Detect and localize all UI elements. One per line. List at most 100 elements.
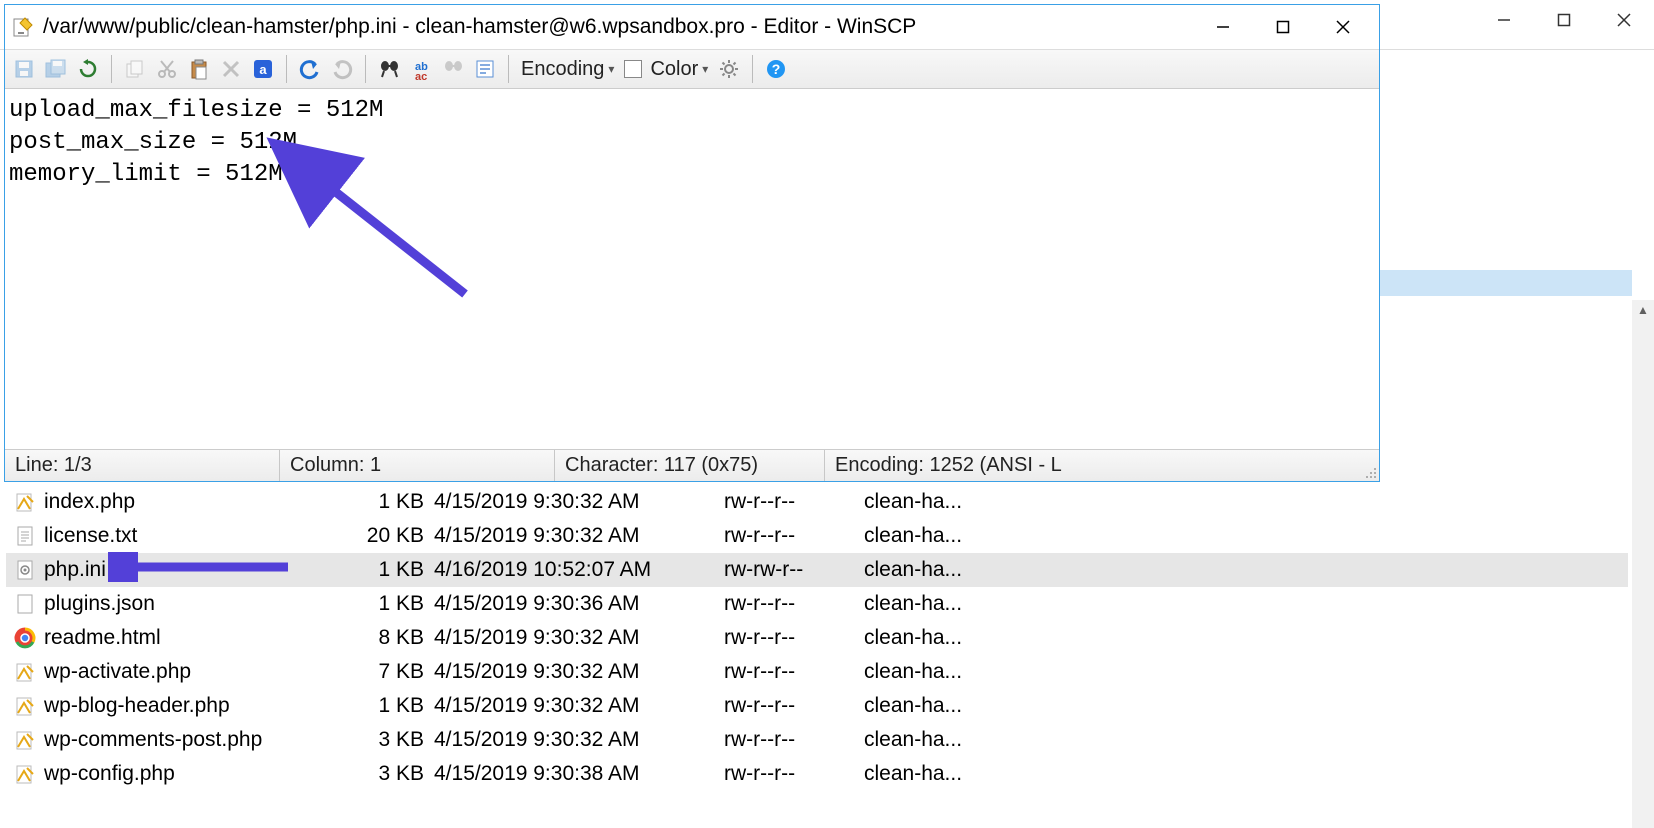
file-name: plugins.json: [44, 592, 344, 616]
editor-toolbar: a abac Encoding▾ Color ▾ ?: [5, 49, 1379, 89]
file-name: wp-activate.php: [44, 660, 344, 684]
editor-window: /var/www/public/clean-hamster/php.ini - …: [4, 4, 1380, 482]
file-rights: rw-r--r--: [724, 524, 864, 548]
svg-text:?: ?: [772, 61, 781, 77]
parent-maximize-button[interactable]: [1534, 0, 1594, 40]
save-button[interactable]: [9, 54, 39, 84]
editor-titlebar[interactable]: /var/www/public/clean-hamster/php.ini - …: [5, 5, 1379, 49]
file-size: 3 KB: [344, 762, 434, 786]
file-owner: clean-ha...: [864, 626, 1014, 650]
minimize-button[interactable]: [1193, 7, 1253, 47]
close-button[interactable]: [1313, 7, 1373, 47]
encoding-dropdown[interactable]: Encoding▾: [517, 58, 618, 81]
file-rights: rw-rw-r--: [724, 558, 864, 582]
file-row[interactable]: wp-comments-post.php3 KB4/15/2019 9:30:3…: [6, 723, 1628, 757]
help-button[interactable]: ?: [761, 54, 791, 84]
color-dropdown[interactable]: Color ▾: [620, 58, 712, 81]
svg-text:a: a: [259, 62, 267, 77]
file-rights: rw-r--r--: [724, 728, 864, 752]
file-type-icon: [12, 693, 38, 719]
editor-text-area[interactable]: upload_max_filesize = 512M post_max_size…: [5, 89, 1379, 449]
file-size: 1 KB: [344, 558, 434, 582]
file-rights: rw-r--r--: [724, 660, 864, 684]
file-size: 20 KB: [344, 524, 434, 548]
goto-line-button[interactable]: [470, 54, 500, 84]
color-label: Color: [650, 58, 698, 81]
file-type-icon: [12, 625, 38, 651]
file-row[interactable]: index.php1 KB4/15/2019 9:30:32 AMrw-r--r…: [6, 485, 1628, 519]
file-name: wp-comments-post.php: [44, 728, 344, 752]
status-encoding: Encoding: 1252 (ANSI - L: [825, 450, 1379, 481]
parent-scrollbar[interactable]: ▲: [1632, 300, 1654, 828]
editor-line: upload_max_filesize = 512M: [9, 95, 1375, 127]
file-name: license.txt: [44, 524, 344, 548]
reload-button[interactable]: [73, 54, 103, 84]
file-size: 8 KB: [344, 626, 434, 650]
chevron-down-icon: ▾: [702, 62, 708, 76]
file-changed: 4/15/2019 9:30:36 AM: [434, 592, 724, 616]
file-name: readme.html: [44, 626, 344, 650]
editor-title-text: /var/www/public/clean-hamster/php.ini - …: [43, 15, 1193, 39]
file-rights: rw-r--r--: [724, 592, 864, 616]
replace-button[interactable]: abac: [406, 54, 436, 84]
find-next-button[interactable]: [438, 54, 468, 84]
file-size: 1 KB: [344, 694, 434, 718]
file-size: 1 KB: [344, 490, 434, 514]
delete-button[interactable]: [216, 54, 246, 84]
file-list[interactable]: index.php1 KB4/15/2019 9:30:32 AMrw-r--r…: [6, 485, 1628, 791]
editor-app-icon: [11, 15, 35, 39]
parent-window-controls: [1474, 0, 1654, 50]
file-row[interactable]: wp-blog-header.php1 KB4/15/2019 9:30:32 …: [6, 689, 1628, 723]
file-type-icon: [12, 557, 38, 583]
status-column: Column: 1: [280, 450, 555, 481]
file-row[interactable]: wp-config.php3 KB4/15/2019 9:30:38 AMrw-…: [6, 757, 1628, 791]
file-row[interactable]: plugins.json1 KB4/15/2019 9:30:36 AMrw-r…: [6, 587, 1628, 621]
editor-window-controls: [1193, 7, 1373, 47]
file-size: 3 KB: [344, 728, 434, 752]
paste-button[interactable]: [184, 54, 214, 84]
file-changed: 4/15/2019 9:30:38 AM: [434, 762, 724, 786]
parent-minimize-button[interactable]: [1474, 0, 1534, 40]
file-owner: clean-ha...: [864, 694, 1014, 718]
parent-close-button[interactable]: [1594, 0, 1654, 40]
file-changed: 4/15/2019 9:30:32 AM: [434, 694, 724, 718]
file-name: wp-config.php: [44, 762, 344, 786]
file-type-icon: [12, 761, 38, 787]
file-owner: clean-ha...: [864, 660, 1014, 684]
status-line: Line: 1/3: [5, 450, 280, 481]
file-rights: rw-r--r--: [724, 490, 864, 514]
file-rights: rw-r--r--: [724, 694, 864, 718]
file-size: 7 KB: [344, 660, 434, 684]
file-row[interactable]: wp-activate.php7 KB4/15/2019 9:30:32 AMr…: [6, 655, 1628, 689]
find-button[interactable]: [374, 54, 404, 84]
file-name: wp-blog-header.php: [44, 694, 344, 718]
file-changed: 4/15/2019 9:30:32 AM: [434, 728, 724, 752]
file-row[interactable]: readme.html8 KB4/15/2019 9:30:32 AMrw-r-…: [6, 621, 1628, 655]
file-rights: rw-r--r--: [724, 626, 864, 650]
file-type-icon: [12, 591, 38, 617]
scroll-up-icon[interactable]: ▲: [1632, 300, 1654, 320]
file-owner: clean-ha...: [864, 558, 1014, 582]
resize-grip-icon[interactable]: [1363, 465, 1377, 479]
select-all-button[interactable]: a: [248, 54, 278, 84]
save-all-button[interactable]: [41, 54, 71, 84]
parent-selection-band: [1380, 270, 1632, 296]
copy-button[interactable]: [120, 54, 150, 84]
editor-line: post_max_size = 512M: [9, 127, 1375, 159]
file-row[interactable]: license.txt20 KB4/15/2019 9:30:32 AMrw-r…: [6, 519, 1628, 553]
preferences-button[interactable]: [714, 54, 744, 84]
redo-button[interactable]: [327, 54, 357, 84]
file-changed: 4/15/2019 9:30:32 AM: [434, 660, 724, 684]
chevron-down-icon: ▾: [608, 62, 614, 76]
file-changed: 4/15/2019 9:30:32 AM: [434, 490, 724, 514]
file-type-icon: [12, 523, 38, 549]
editor-statusbar: Line: 1/3 Column: 1 Character: 117 (0x75…: [5, 449, 1379, 481]
toolbar-separator: [286, 55, 287, 83]
cut-button[interactable]: [152, 54, 182, 84]
maximize-button[interactable]: [1253, 7, 1313, 47]
annotation-arrow: [305, 164, 485, 314]
file-changed: 4/15/2019 9:30:32 AM: [434, 626, 724, 650]
toolbar-separator: [752, 55, 753, 83]
undo-button[interactable]: [295, 54, 325, 84]
file-type-icon: [12, 659, 38, 685]
